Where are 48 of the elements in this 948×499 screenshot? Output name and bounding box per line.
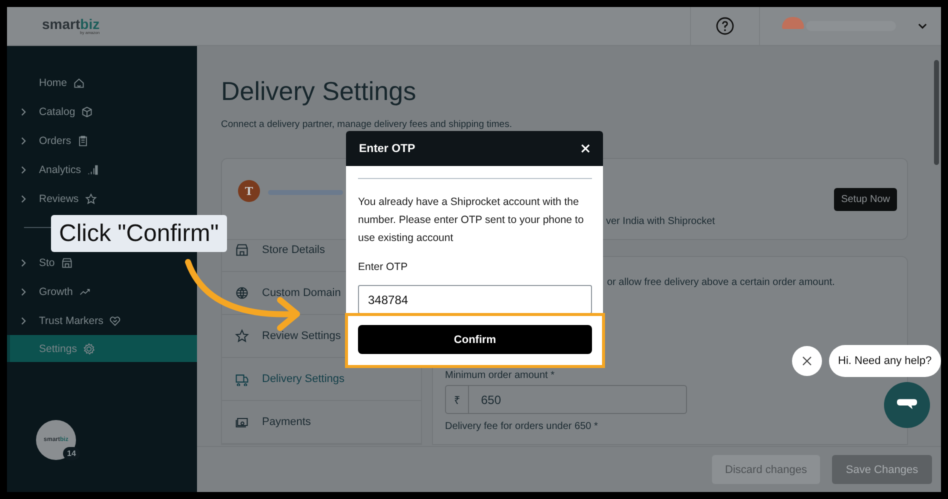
field-label: Minimum order amount * bbox=[445, 370, 556, 381]
page-subtitle: Connect a delivery partner, manage delivery fees and shipping times. bbox=[221, 119, 513, 130]
truck-icon bbox=[235, 372, 249, 386]
bar-chart-icon bbox=[87, 164, 100, 176]
star-icon bbox=[235, 329, 249, 343]
sidebar-item[interactable]: Reviews bbox=[7, 184, 197, 213]
page-title: Delivery Settings bbox=[221, 76, 418, 107]
chat-bubble[interactable]: Hi. Need any help? bbox=[829, 345, 941, 377]
star-icon bbox=[84, 192, 97, 204]
globe-icon bbox=[235, 286, 249, 300]
sidebar-item[interactable]: Orders bbox=[7, 126, 197, 155]
store-icon bbox=[235, 243, 249, 257]
chevron-down-icon[interactable] bbox=[918, 23, 927, 29]
field-label: Enter OTP bbox=[358, 261, 409, 273]
setup-now-button[interactable]: Setup Now bbox=[834, 188, 897, 210]
chevron-right-icon bbox=[21, 316, 26, 324]
chevron-right-icon bbox=[21, 258, 26, 266]
close-icon[interactable] bbox=[581, 144, 590, 153]
heart-icon bbox=[109, 314, 122, 326]
field-label: Delivery fee for orders under 650 * bbox=[445, 421, 599, 432]
home-icon bbox=[73, 76, 86, 88]
settings-nav-item[interactable]: Payments bbox=[222, 401, 421, 444]
chevron-right-icon bbox=[21, 194, 26, 202]
chevron-right-icon bbox=[21, 136, 26, 144]
avatar-circle: T bbox=[238, 180, 260, 202]
help-icon[interactable] bbox=[716, 17, 734, 35]
chevron-right-icon bbox=[21, 288, 26, 296]
store-icon bbox=[60, 256, 73, 268]
confirm-button[interactable]: Confirm bbox=[358, 325, 592, 354]
clipboard-icon bbox=[77, 134, 90, 146]
amount-field[interactable]: ₹ 650 bbox=[445, 385, 687, 414]
sidebar-item[interactable]: Trust Markers bbox=[7, 306, 197, 335]
otp-field[interactable]: 348784 bbox=[358, 285, 592, 314]
dialog-title: Enter OTP bbox=[359, 142, 416, 154]
count-badge: 14 bbox=[63, 447, 80, 460]
chevron-right-icon bbox=[21, 108, 26, 116]
chevron-right-icon bbox=[21, 166, 26, 174]
instruction-tooltip: Click "Confirm" bbox=[51, 215, 227, 252]
sidebar-item[interactable]: Analytics bbox=[7, 155, 197, 184]
partner-description: ver India with Shiprocket bbox=[606, 216, 715, 227]
close-icon bbox=[802, 356, 812, 366]
sidebar-item[interactable]: Growth bbox=[7, 277, 197, 306]
cube-icon bbox=[81, 106, 94, 118]
fee-description: or allow free delivery above a certain order amount. bbox=[607, 277, 836, 288]
cash-icon bbox=[235, 415, 249, 429]
settings-icon bbox=[82, 342, 95, 354]
sidebar-item[interactable]: Home bbox=[7, 68, 197, 97]
sidebar-item[interactable]: Catalog bbox=[7, 97, 197, 126]
